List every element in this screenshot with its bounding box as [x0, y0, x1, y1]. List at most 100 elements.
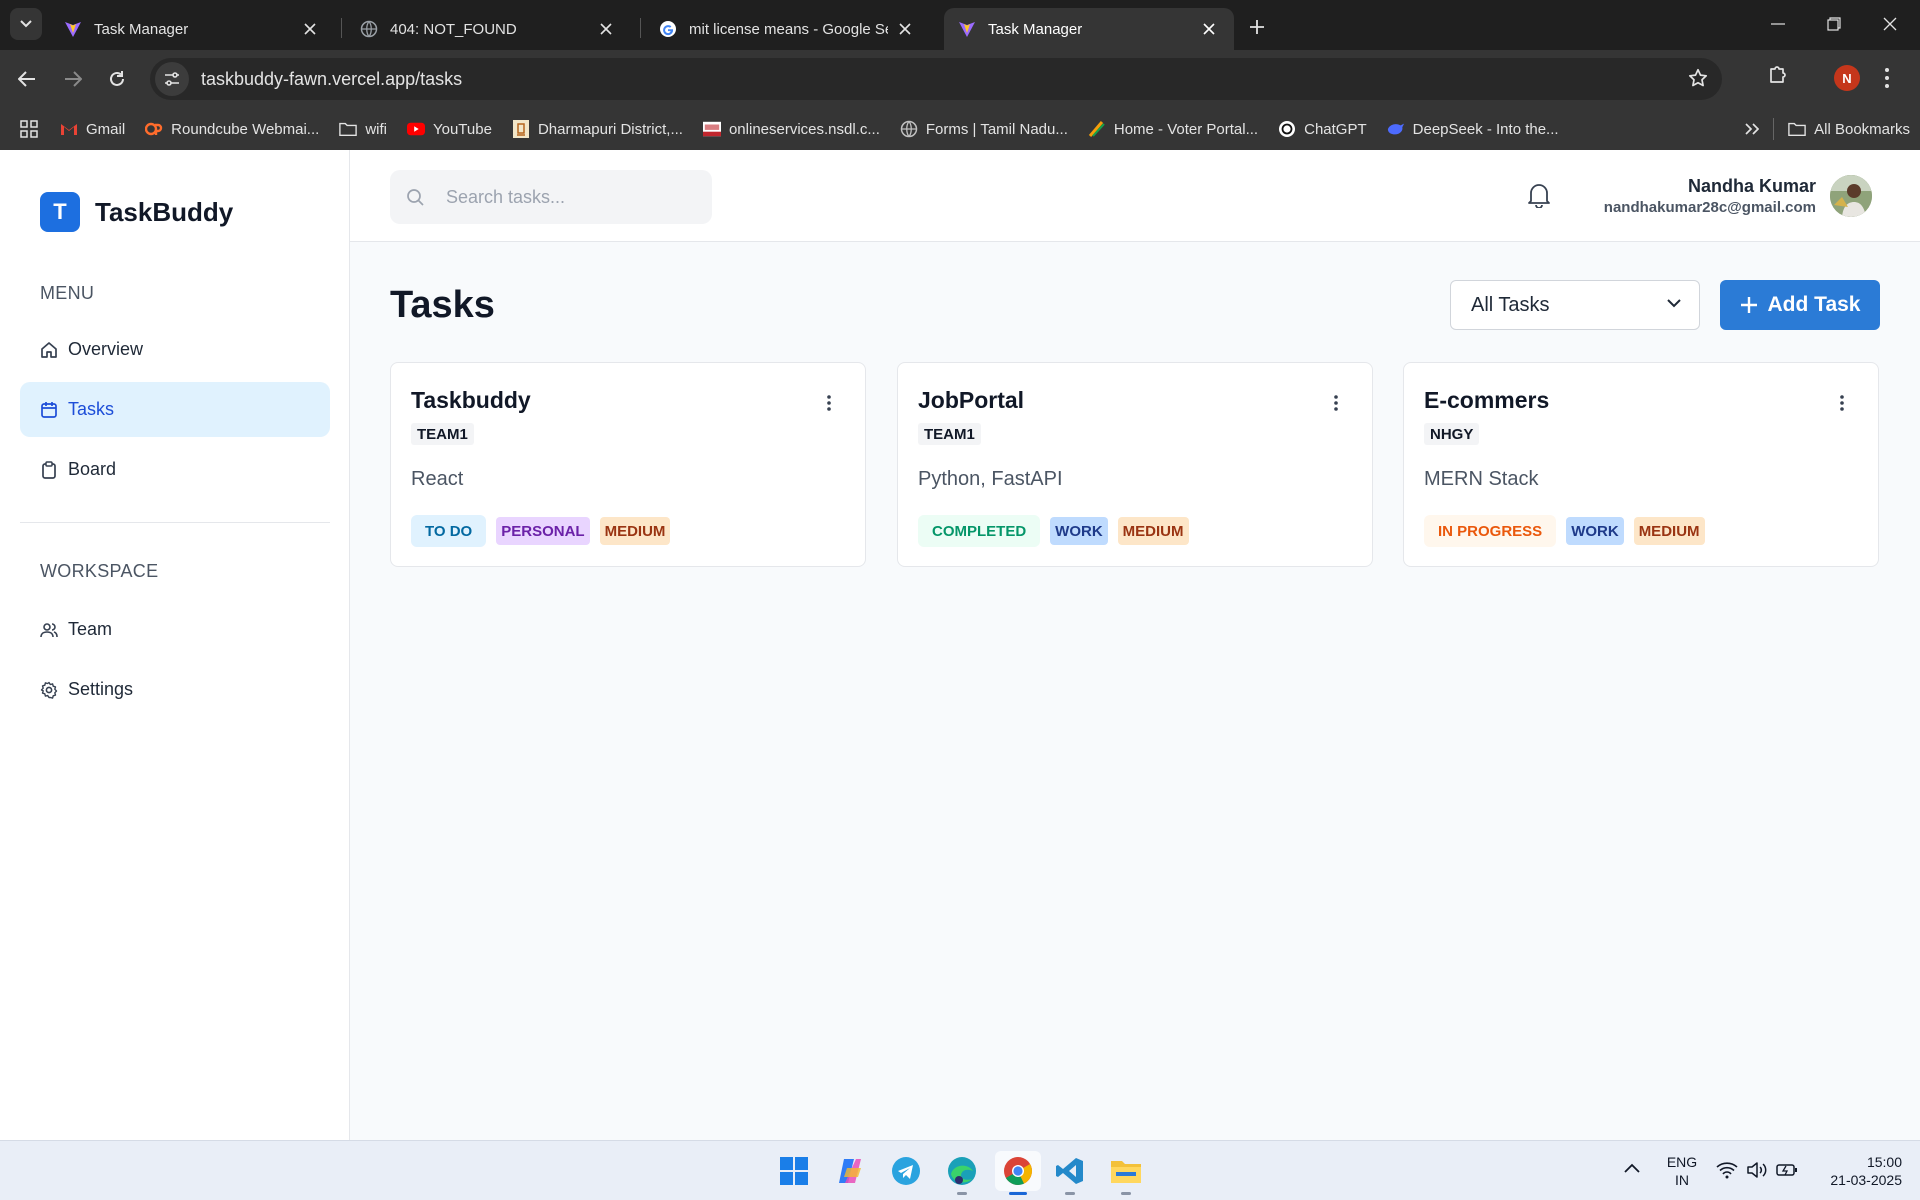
- battery-icon[interactable]: [1776, 1162, 1798, 1178]
- apps-grid-icon: [20, 120, 38, 138]
- site-info-button[interactable]: [155, 62, 189, 96]
- menu-section-title: MENU: [40, 283, 95, 303]
- running-indicator: [957, 1192, 967, 1195]
- priority-badge: MEDIUM: [1117, 517, 1189, 545]
- more-vertical-icon[interactable]: [1840, 395, 1844, 411]
- url-text[interactable]: taskbuddy-fawn.vercel.app/tasks: [201, 69, 462, 90]
- windows-start-icon[interactable]: [774, 1151, 814, 1191]
- copilot-icon[interactable]: [830, 1151, 870, 1191]
- sidebar-item-label: Overview: [68, 339, 144, 359]
- browser-tab[interactable]: 404: NOT_FOUND: [346, 8, 631, 50]
- apps-button[interactable]: [0, 113, 50, 145]
- task-tags: COMPLETED WORK MEDIUM: [918, 515, 1199, 547]
- sidebar-item-team[interactable]: Team: [20, 602, 330, 657]
- extensions-icon[interactable]: [1768, 63, 1790, 85]
- volume-icon[interactable]: [1746, 1161, 1768, 1179]
- priority-badge: MEDIUM: [1633, 517, 1705, 545]
- tab-separator: [341, 18, 342, 38]
- logo-mark: T: [40, 192, 80, 232]
- category-badge: WORK: [1566, 517, 1624, 545]
- bookmark-item[interactable]: ChatGPT: [1268, 113, 1377, 145]
- search-box[interactable]: [390, 170, 712, 224]
- voter-icon: [1088, 120, 1106, 138]
- bookmark-item[interactable]: Dharmapuri District,...: [502, 113, 693, 145]
- browser-tab[interactable]: mit license means - Google Sea: [645, 8, 930, 50]
- wifi-icon[interactable]: [1716, 1161, 1738, 1179]
- bookmark-item[interactable]: Gmail: [50, 113, 135, 145]
- category-badge: WORK: [1050, 517, 1108, 545]
- new-tab-button[interactable]: [1244, 14, 1270, 40]
- bookmark-item[interactable]: Forms | Tamil Nadu...: [890, 113, 1078, 145]
- back-button[interactable]: [10, 62, 44, 96]
- browser-tab-active[interactable]: Task Manager: [944, 8, 1234, 50]
- more-vertical-icon[interactable]: [1334, 395, 1338, 411]
- bookmark-item[interactable]: Roundcube Webmai...: [135, 113, 329, 145]
- task-filter-select[interactable]: All Tasks: [1450, 280, 1700, 330]
- app-header: Nandha Kumar nandhakumar28c@gmail.com: [350, 150, 1920, 242]
- sidebar-divider: [20, 522, 330, 523]
- minimize-button[interactable]: [1750, 0, 1806, 48]
- telegram-icon[interactable]: [886, 1151, 926, 1191]
- clipboard-icon: [40, 460, 58, 479]
- bookmark-item[interactable]: onlineservices.nsdl.c...: [693, 113, 890, 145]
- all-bookmarks-button[interactable]: All Bookmarks: [1780, 113, 1920, 145]
- sidebar-item-settings[interactable]: Settings: [20, 662, 330, 717]
- close-icon[interactable]: [1198, 18, 1220, 40]
- reload-button[interactable]: [100, 62, 134, 96]
- user-info[interactable]: Nandha Kumar nandhakumar28c@gmail.com: [1604, 176, 1816, 216]
- browser-menu-icon[interactable]: [1884, 67, 1890, 89]
- search-input[interactable]: [446, 186, 676, 208]
- home-icon: [40, 341, 58, 359]
- bookmark-item[interactable]: Home - Voter Portal...: [1078, 113, 1268, 145]
- filter-value: All Tasks: [1471, 293, 1550, 316]
- youtube-icon: [406, 120, 425, 138]
- browser-toolbar: taskbuddy-fawn.vercel.app/tasks N: [0, 50, 1920, 108]
- add-task-button[interactable]: Add Task: [1720, 280, 1880, 330]
- task-description: Python, FastAPI: [918, 468, 1063, 490]
- bookmark-label: DeepSeek - Into the...: [1412, 120, 1559, 138]
- browser-tab[interactable]: Task Manager: [50, 8, 335, 50]
- brand-logo[interactable]: T TaskBuddy: [40, 192, 233, 232]
- forward-button[interactable]: [56, 62, 90, 96]
- task-card[interactable]: E-commers NHGY MERN Stack IN PROGRESS WO…: [1403, 362, 1879, 567]
- bookmark-label: Forms | Tamil Nadu...: [925, 120, 1068, 138]
- task-card[interactable]: Taskbuddy TEAM1 React TO DO PERSONAL MED…: [390, 362, 866, 567]
- bookmark-item[interactable]: DeepSeek - Into the...: [1377, 113, 1569, 145]
- sidebar-item-tasks[interactable]: Tasks: [20, 382, 330, 437]
- task-description: React: [411, 468, 464, 490]
- notification-bell-icon[interactable]: [1527, 182, 1551, 208]
- sidebar: T TaskBuddy MENU Overview Tasks Board WO…: [0, 150, 350, 1140]
- close-icon[interactable]: [894, 18, 916, 40]
- address-bar[interactable]: taskbuddy-fawn.vercel.app/tasks: [150, 58, 1722, 100]
- language-indicator[interactable]: ENG IN: [1660, 1153, 1704, 1189]
- edge-icon[interactable]: [942, 1151, 982, 1195]
- close-icon[interactable]: [595, 18, 617, 40]
- region-code: IN: [1675, 1172, 1689, 1188]
- restore-button[interactable]: [1806, 0, 1862, 48]
- task-team-badge: TEAM1: [411, 423, 474, 445]
- bookmark-label: wifi: [365, 120, 387, 138]
- vscode-icon[interactable]: [1050, 1151, 1090, 1195]
- more-bookmarks-button[interactable]: [1731, 113, 1773, 145]
- close-window-button[interactable]: [1862, 0, 1918, 48]
- tab-title: mit license means - Google Sea: [689, 20, 888, 38]
- sidebar-item-board[interactable]: Board: [20, 442, 330, 497]
- profile-avatar[interactable]: N: [1834, 65, 1860, 91]
- avatar[interactable]: [1830, 175, 1872, 217]
- sidebar-item-overview[interactable]: Overview: [20, 322, 330, 377]
- bookmark-star-icon[interactable]: [1688, 68, 1708, 88]
- bookmark-item[interactable]: YouTube: [397, 113, 502, 145]
- user-name: Nandha Kumar: [1687, 176, 1816, 196]
- close-icon[interactable]: [299, 18, 321, 40]
- sidebar-item-label: Settings: [68, 679, 134, 699]
- browser-tab-bar: Task Manager 404: NOT_FOUND mit license …: [0, 0, 1920, 50]
- cpanel-icon: [145, 120, 163, 138]
- clock[interactable]: 15:00 21-03-2025: [1808, 1153, 1902, 1189]
- task-card[interactable]: JobPortal TEAM1 Python, FastAPI COMPLETE…: [897, 362, 1373, 567]
- file-explorer-icon[interactable]: [1106, 1151, 1146, 1195]
- tab-search-button[interactable]: [10, 8, 42, 40]
- more-vertical-icon[interactable]: [827, 395, 831, 411]
- bookmark-folder[interactable]: wifi: [329, 113, 397, 145]
- chevron-up-icon[interactable]: [1624, 1163, 1640, 1173]
- chrome-icon[interactable]: [995, 1151, 1041, 1195]
